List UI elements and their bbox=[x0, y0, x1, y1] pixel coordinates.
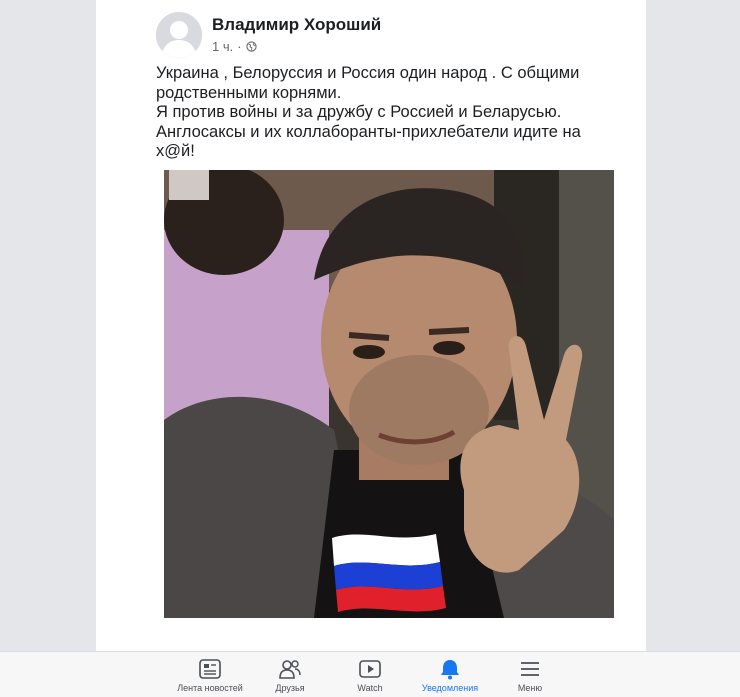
post-text-line: х@й! bbox=[156, 142, 195, 160]
tab-label: Лента новостей bbox=[177, 683, 243, 693]
post-photo[interactable] bbox=[164, 170, 614, 618]
bell-icon bbox=[441, 660, 459, 680]
default-avatar-icon bbox=[156, 12, 202, 58]
tab-menu[interactable]: Меню bbox=[490, 658, 570, 693]
globe-icon bbox=[245, 41, 257, 52]
russian-flag-icon bbox=[332, 534, 446, 612]
news-feed-icon bbox=[199, 659, 221, 679]
tab-friends[interactable]: Друзья bbox=[250, 658, 330, 693]
watch-icon bbox=[359, 660, 381, 678]
tab-label: Меню bbox=[517, 683, 543, 693]
post-text: Украина , Белоруссия и Россия один народ… bbox=[156, 64, 626, 162]
post-photo-image bbox=[164, 170, 614, 618]
author-name[interactable]: Владимир Хороший bbox=[212, 15, 381, 35]
author-avatar[interactable] bbox=[156, 12, 202, 58]
tab-label: Watch bbox=[357, 683, 383, 693]
post-text-line: Я против войны и за дружбу с Россией и Б… bbox=[156, 103, 562, 121]
menu-icon bbox=[521, 662, 539, 676]
post-meta: 1 ч. · bbox=[212, 39, 257, 54]
post-card: Владимир Хороший 1 ч. · Украина , Белору… bbox=[96, 0, 646, 651]
bottom-tab-bar: Лента новостей Друзья Watch Уведомления … bbox=[0, 651, 740, 697]
post-text-line: Украина , Белоруссия и Россия один народ… bbox=[156, 64, 580, 82]
tab-notifications[interactable]: Уведомления bbox=[410, 658, 490, 693]
tab-label: Уведомления bbox=[421, 683, 479, 693]
left-margin bbox=[0, 0, 96, 697]
tab-news-feed[interactable]: Лента новостей bbox=[170, 658, 250, 693]
tab-watch[interactable]: Watch bbox=[330, 658, 410, 693]
right-margin bbox=[646, 0, 740, 697]
tab-label: Друзья bbox=[275, 683, 305, 693]
post-time[interactable]: 1 ч. bbox=[212, 39, 233, 54]
post-text-line: родственными корнями. bbox=[156, 83, 342, 102]
friends-icon bbox=[279, 660, 301, 679]
post-text-line: Англосаксы и их коллаборанты-прихлебател… bbox=[156, 122, 581, 141]
meta-separator: · bbox=[237, 39, 242, 54]
